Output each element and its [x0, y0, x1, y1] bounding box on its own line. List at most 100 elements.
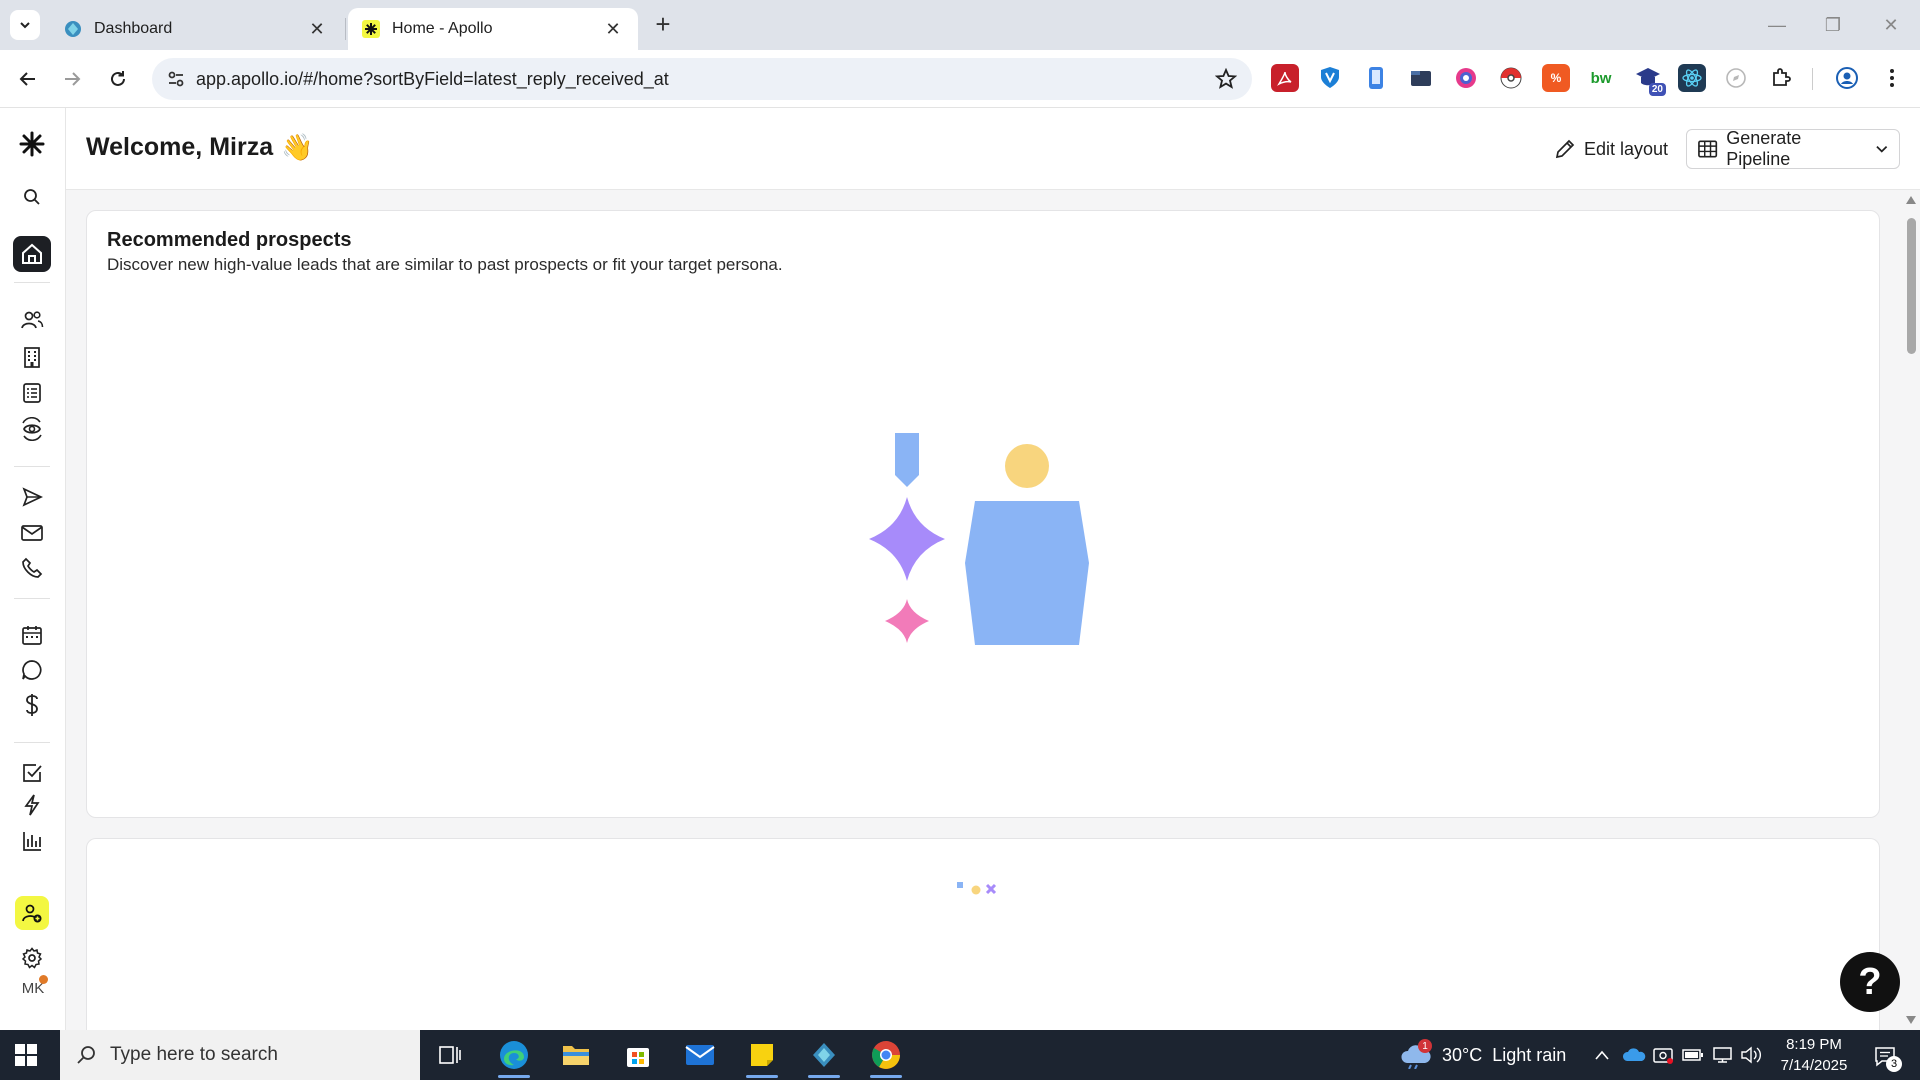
generate-pipeline-dropdown[interactable]: Generate Pipeline — [1686, 128, 1900, 169]
dashboard-app-icon[interactable] — [804, 1036, 844, 1078]
tab-search-button[interactable] — [10, 10, 40, 40]
scroll-up-icon[interactable] — [1906, 196, 1916, 204]
settings-gear-icon[interactable] — [13, 941, 51, 975]
sidebar-item-calls[interactable] — [13, 551, 51, 585]
browser-tab-strip: Dashboard ✕ Home - Apollo ✕ + — ❐ ✕ — [0, 0, 1920, 50]
browser-toolbar: app.apollo.io/#/home?sortByField=latest_… — [0, 50, 1920, 108]
percent-extension-icon[interactable]: % — [1542, 64, 1570, 92]
help-question-icon: ? — [1858, 960, 1882, 1003]
tab-title: Home - Apollo — [392, 20, 493, 37]
volume-icon[interactable] — [1740, 1030, 1762, 1080]
clock-date: 7/14/2025 — [1780, 1057, 1848, 1074]
acrobat-extension-icon[interactable] — [1271, 64, 1299, 92]
profile-icon[interactable] — [1833, 64, 1861, 92]
lightning-icon — [24, 794, 40, 816]
active-indicator — [870, 1075, 902, 1078]
apollo-logo-icon[interactable] — [13, 127, 51, 161]
chevron-down-icon — [20, 22, 30, 29]
sidebar-item-people[interactable] — [13, 303, 51, 337]
user-avatar[interactable]: MK — [18, 973, 48, 1003]
page-scrollbar[interactable] — [1902, 190, 1920, 1030]
sidebar-item-sequences[interactable] — [13, 480, 51, 514]
bar-chart-icon — [23, 832, 41, 851]
sidebar-item-deals[interactable] — [13, 688, 51, 722]
onedrive-icon[interactable] — [1622, 1030, 1646, 1080]
help-button[interactable]: ? — [1840, 952, 1900, 1012]
chat-bubble-icon — [22, 660, 42, 680]
card-title: Recommended prospects — [107, 229, 352, 251]
sidebar-item-meetings[interactable] — [13, 618, 51, 652]
weather-widget[interactable]: 1 30°C Light rain — [1400, 1030, 1566, 1080]
sidebar-item-tasks[interactable] — [13, 756, 51, 790]
sidebar-divider — [14, 742, 50, 743]
forward-button[interactable] — [56, 63, 88, 95]
network-icon[interactable] — [1712, 1030, 1734, 1080]
bookmark-star-icon[interactable] — [1206, 68, 1246, 90]
sidebar-item-emails[interactable] — [13, 516, 51, 550]
active-indicator — [746, 1075, 778, 1078]
table-icon — [1698, 140, 1718, 158]
loading-illustration — [857, 431, 1097, 676]
edge-browser-icon[interactable] — [494, 1036, 534, 1078]
sidebar-item-conversations[interactable] — [13, 653, 51, 687]
folder-extension-icon[interactable] — [1407, 64, 1435, 92]
bw-extension-icon[interactable]: bw — [1587, 64, 1615, 92]
task-view-icon[interactable] — [430, 1036, 470, 1074]
sidebar-item-home[interactable] — [13, 236, 51, 272]
dollar-icon — [26, 694, 38, 716]
meet-now-icon[interactable] — [1652, 1030, 1674, 1080]
sticky-notes-icon[interactable] — [742, 1036, 782, 1078]
illustration-sparkle-small — [885, 599, 929, 643]
taskbar-search-box[interactable]: Type here to search — [60, 1030, 420, 1080]
battery-icon[interactable] — [1682, 1030, 1704, 1080]
invite-user-button[interactable] — [15, 896, 49, 930]
card-subtitle: Discover new high-value leads that are s… — [107, 255, 783, 274]
show-hidden-icons[interactable] — [1594, 1030, 1610, 1080]
arrow-left-icon — [19, 72, 35, 86]
file-explorer-icon[interactable] — [556, 1036, 596, 1074]
sidebar-item-analytics[interactable] — [13, 824, 51, 858]
checkbox-icon — [23, 764, 42, 782]
edit-layout-button[interactable]: Edit layout — [1554, 132, 1668, 166]
windows-start-icon[interactable] — [14, 1043, 38, 1072]
atom-extension-icon[interactable] — [1678, 64, 1706, 92]
search-icon[interactable] — [13, 180, 51, 214]
sidebar-item-lists[interactable] — [13, 376, 51, 410]
microsoft-store-icon[interactable] — [618, 1036, 658, 1074]
page-title: Welcome, Mirza 👋 — [86, 132, 313, 163]
chrome-browser-icon[interactable] — [866, 1036, 906, 1078]
active-indicator — [498, 1075, 530, 1078]
camera-extension-icon[interactable] — [1452, 64, 1480, 92]
minimize-icon[interactable]: — — [1762, 10, 1792, 40]
mail-app-icon[interactable] — [680, 1036, 720, 1074]
sidebar-item-companies[interactable] — [13, 340, 51, 374]
phone-extension-icon[interactable] — [1362, 64, 1390, 92]
list-icon — [23, 383, 41, 403]
scroll-down-icon[interactable] — [1906, 1016, 1916, 1024]
eye-refresh-icon — [22, 417, 42, 441]
site-info-icon[interactable] — [156, 69, 196, 89]
compass-extension-icon[interactable] — [1722, 64, 1750, 92]
puzzle-extensions-icon[interactable] — [1767, 64, 1795, 92]
shield-extension-icon[interactable] — [1316, 64, 1344, 92]
pokeball-extension-icon[interactable] — [1497, 64, 1525, 92]
scrollbar-thumb[interactable] — [1907, 218, 1916, 354]
address-bar[interactable]: app.apollo.io/#/home?sortByField=latest_… — [152, 58, 1252, 100]
extension-badge: 20 — [1648, 83, 1666, 96]
window-close-icon[interactable]: ✕ — [1876, 10, 1906, 40]
close-icon[interactable]: ✕ — [306, 18, 328, 40]
tab-dashboard[interactable]: Dashboard ✕ — [50, 8, 342, 50]
kebab-menu-icon[interactable] — [1878, 64, 1906, 92]
new-tab-button[interactable]: + — [650, 11, 676, 38]
notification-center-icon[interactable]: 3 — [1868, 1042, 1902, 1072]
sidebar-item-workflows[interactable] — [13, 788, 51, 822]
restore-icon[interactable]: ❐ — [1818, 10, 1848, 40]
tab-home-apollo[interactable]: Home - Apollo ✕ — [348, 8, 638, 50]
back-button[interactable] — [12, 63, 44, 95]
taskbar-clock[interactable]: 8:19 PM 7/14/2025 — [1766, 1034, 1862, 1076]
grad-cap-extension-icon[interactable]: 20 — [1634, 64, 1666, 96]
reload-button[interactable] — [102, 63, 134, 95]
weather-alert-badge: 1 — [1418, 1039, 1432, 1053]
close-icon[interactable]: ✕ — [602, 18, 624, 40]
sidebar-item-tracking[interactable] — [13, 412, 51, 446]
